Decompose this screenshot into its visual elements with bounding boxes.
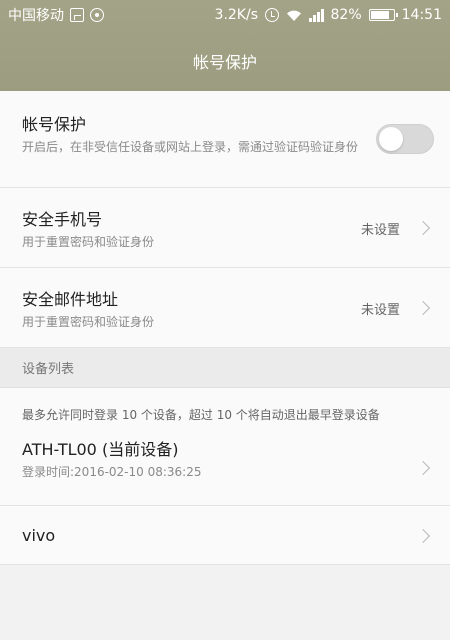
account-protection-row: 帐号保护 开启后，在非受信任设备或网站上登录，需通过验证码验证身份 bbox=[0, 91, 450, 188]
device-name: vivo bbox=[22, 526, 56, 545]
security-phone-row[interactable]: 安全手机号 用于重置密码和验证身份 未设置 bbox=[0, 188, 450, 268]
security-email-value: 未设置 bbox=[360, 303, 400, 318]
app-header: 中国移动 3.2K/s 82% 14:51 帐号保护 bbox=[0, 0, 450, 91]
network-speed: 3.2K/s bbox=[214, 7, 259, 23]
signal-icon bbox=[309, 8, 324, 22]
settings-list: 帐号保护 开启后，在非受信任设备或网站上登录，需通过验证码验证身份 安全手机号 … bbox=[0, 91, 450, 348]
device-row-current[interactable]: ATH-TL00 (当前设备) 登录时间:2016-02-10 08:36:25 bbox=[0, 426, 450, 506]
device-name: ATH-TL00 (当前设备) bbox=[22, 440, 179, 459]
carrier-label: 中国移动 bbox=[8, 8, 64, 24]
battery-icon bbox=[368, 9, 398, 21]
clock: 14:51 bbox=[401, 7, 442, 23]
wifi-icon bbox=[286, 9, 302, 22]
status-bar: 中国移动 3.2K/s 82% 14:51 bbox=[0, 0, 450, 30]
device-limit-hint: 最多允许同时登录 10 个设备，超过 10 个将自动退出最早登录设备 bbox=[0, 388, 450, 426]
sim-box-icon bbox=[70, 8, 84, 22]
alarm-icon bbox=[265, 8, 280, 22]
device-list-header: 设备列表 bbox=[0, 348, 450, 388]
device-row-vivo[interactable]: vivo bbox=[0, 506, 450, 565]
toggle-knob bbox=[379, 127, 403, 151]
battery-percent: 82% bbox=[330, 7, 362, 23]
account-protection-toggle[interactable] bbox=[376, 124, 434, 154]
account-protection-description: 开启后，在非受信任设备或网站上登录，需通过验证码验证身份 bbox=[22, 140, 359, 154]
security-phone-value: 未设置 bbox=[360, 223, 400, 238]
device-login-time: 登录时间:2016-02-10 08:36:25 bbox=[22, 465, 202, 479]
security-email-row[interactable]: 安全邮件地址 用于重置密码和验证身份 未设置 bbox=[0, 268, 450, 348]
compass-icon bbox=[90, 8, 104, 22]
account-protection-title: 帐号保护 bbox=[22, 115, 87, 134]
page-title: 帐号保护 bbox=[192, 52, 257, 72]
